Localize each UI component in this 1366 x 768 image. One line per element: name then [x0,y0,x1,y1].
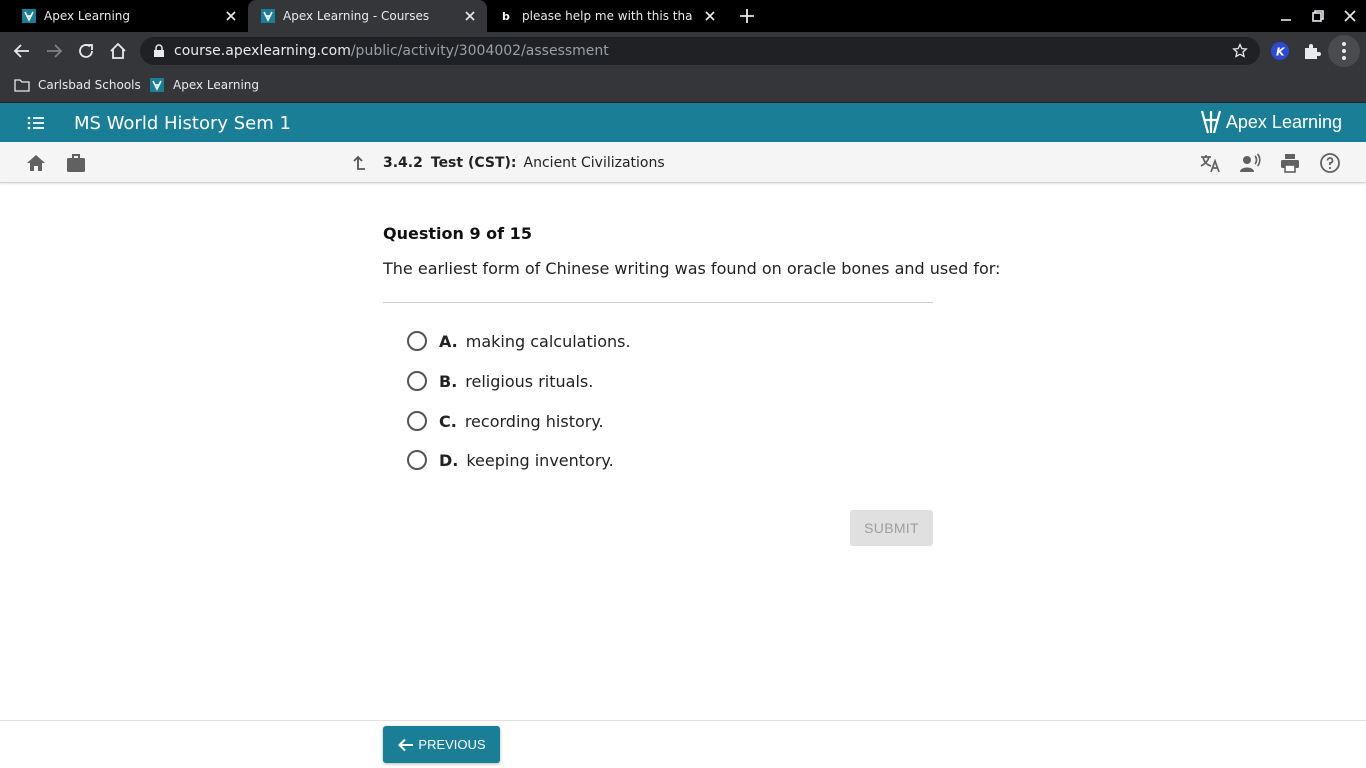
extensions-puzzle-icon[interactable] [1302,41,1322,61]
svg-text:b: b [502,10,510,23]
answer-letter: D. [439,450,459,470]
apex-favicon-icon [22,9,36,23]
logo-text: Apex Learning [1225,112,1342,132]
footer-bar: PREVIOUS [0,720,1366,768]
apex-favicon-icon [150,78,164,92]
translate-icon[interactable] [1199,152,1221,174]
radio-button[interactable] [407,411,427,431]
forward-icon[interactable] [44,41,64,61]
previous-label: PREVIOUS [418,737,486,752]
lock-icon[interactable] [152,44,166,58]
help-icon[interactable] [1319,152,1341,174]
new-tab-icon[interactable] [738,7,756,25]
close-tab-icon[interactable] [223,8,239,24]
minimize-icon[interactable] [1278,8,1294,24]
browser-tab-strip: Apex Learning Apex Learning - Courses b … [0,0,1366,32]
answer-letter: B. [439,371,458,391]
radio-button[interactable] [407,331,427,351]
answer-option-d[interactable]: D. keeping inventory. [407,448,614,472]
divider [383,302,933,303]
back-icon[interactable] [12,41,32,61]
answer-letter: C. [439,411,457,431]
question-prompt: The earliest form of Chinese writing was… [383,259,1001,278]
radio-button[interactable] [407,450,427,470]
up-level-icon[interactable] [348,153,368,173]
answer-text: religious rituals. [465,371,594,391]
breadcrumb: 3.4.2 Test (CST): Ancient Civilizations [348,153,665,173]
submit-button[interactable]: SUBMIT [850,510,933,546]
restore-icon[interactable] [1310,8,1326,24]
apex-logo-icon [1200,110,1221,134]
activity-title: Ancient Civilizations [523,155,665,171]
browser-tab[interactable]: Apex Learning [0,0,248,32]
bookmarks-bar: Carlsbad Schools Apex Learning [0,70,1366,103]
svg-text:K: K [1276,46,1286,59]
previous-button[interactable]: PREVIOUS [383,726,500,763]
answer-text: recording history. [464,411,604,431]
close-tab-icon[interactable] [702,8,718,24]
browser-toolbar: course.apexlearning.com/public/activity/… [0,32,1366,70]
menu-list-icon[interactable] [26,113,46,133]
close-window-icon[interactable] [1342,8,1358,24]
activity-number: 3.4.2 [383,155,423,171]
apex-favicon-icon [261,9,275,23]
apex-logo: Apex Learning [1200,109,1342,136]
folder-icon [14,79,30,92]
answer-option-c[interactable]: C. recording history. [407,409,604,433]
answer-option-b[interactable]: B. religious rituals. [407,369,593,393]
tab-title: Apex Learning [44,9,131,23]
print-icon[interactable] [1279,152,1301,174]
browser-tab[interactable]: b please help me with this thanks [487,0,727,32]
briefcase-icon[interactable] [65,152,87,174]
kebab-menu-icon [1342,42,1346,60]
answer-text: keeping inventory. [466,450,614,470]
home-icon[interactable] [25,152,47,174]
app-header: MS World History Sem 1 Apex Learning [0,103,1366,142]
close-tab-icon[interactable] [462,8,478,24]
answer-option-a[interactable]: A. making calculations. [407,329,631,353]
reload-icon[interactable] [76,41,96,61]
url-text: course.apexlearning.com/public/activity/… [174,43,609,59]
answer-text: making calculations. [465,331,631,351]
tab-title: Apex Learning - Courses [283,9,430,23]
menu-button[interactable] [1328,35,1360,67]
bookmark-star-icon[interactable] [1232,43,1248,59]
course-title: MS World History Sem 1 [74,113,291,134]
arrow-left-icon [398,738,414,751]
browser-tab-active[interactable]: Apex Learning - Courses [248,0,487,32]
text-to-speech-icon[interactable] [1239,152,1261,174]
home-icon[interactable] [108,41,128,61]
brainly-favicon-icon: b [502,10,510,23]
bookmark-apex-learning[interactable]: Apex Learning [149,77,259,93]
bookmark-carlsbad-schools[interactable]: Carlsbad Schools [14,77,141,93]
tab-title: please help me with this thanks [522,9,692,23]
address-bar[interactable]: course.apexlearning.com/public/activity/… [140,37,1260,65]
kami-extension-icon[interactable]: K [1270,41,1290,61]
activity-nav-bar: 3.4.2 Test (CST): Ancient Civilizations [0,142,1366,183]
radio-button[interactable] [407,371,427,391]
bookmark-label: Apex Learning [173,78,260,92]
answer-letter: A. [439,331,458,351]
question-heading: Question 9 of 15 [383,224,532,243]
bookmark-label: Carlsbad Schools [38,78,141,92]
activity-type: Test (CST): [430,155,517,171]
